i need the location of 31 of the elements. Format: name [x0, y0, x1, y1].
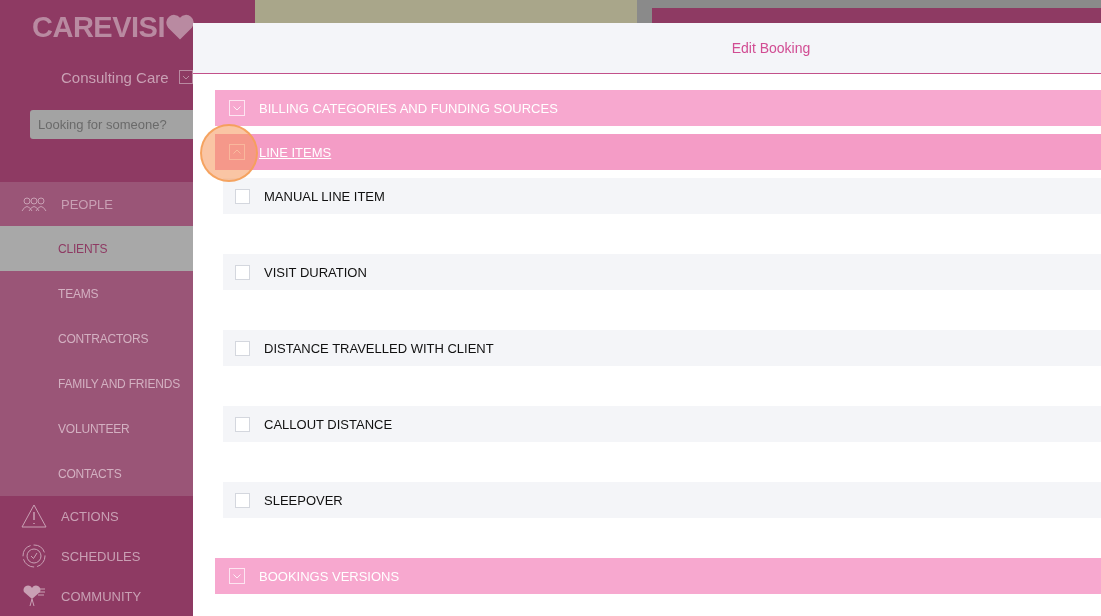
line-item-label: MANUAL LINE ITEM: [264, 188, 385, 204]
section-title: LINE ITEMS: [259, 144, 332, 160]
warning-icon: [21, 504, 47, 528]
checkbox[interactable]: [235, 340, 250, 356]
line-item-label: CALLOUT DISTANCE: [264, 416, 393, 432]
heart-icon: [165, 13, 195, 42]
checkbox[interactable]: [235, 264, 250, 280]
account-name: Consulting Care: [61, 68, 169, 86]
dropdown-icon[interactable]: [178, 70, 193, 85]
modal-title: Edit Booking: [731, 40, 811, 56]
heart-balloon-icon: [21, 585, 47, 607]
nav-item[interactable]: ACTIONS: [0, 496, 255, 536]
line-item-label: SLEEPOVER: [264, 492, 343, 508]
clock-icon: [21, 543, 47, 569]
logo-text: CAREVISI: [32, 10, 165, 44]
line-item-label: VISIT DURATION: [264, 264, 367, 280]
checkbox[interactable]: [235, 188, 250, 204]
line-item-label: DISTANCE TRAVELLED WITH CLIENT: [264, 340, 494, 356]
collapse-icon: [229, 144, 245, 160]
people-icon: [21, 196, 47, 212]
expand-icon: [229, 100, 245, 116]
expand-icon: [229, 568, 245, 584]
checkbox[interactable]: [235, 416, 250, 432]
click-indicator: [200, 124, 258, 182]
nav-item[interactable]: PEOPLE: [0, 182, 255, 226]
section-header[interactable]: LINE ITEMS: [215, 134, 1101, 170]
section-header[interactable]: BOOKINGS VERSIONS: [215, 558, 1101, 594]
checkbox[interactable]: [235, 492, 250, 508]
section-title: BOOKINGS VERSIONS: [259, 568, 400, 584]
section-header[interactable]: BILLING CATEGORIES AND FUNDING SOURCES: [215, 90, 1101, 126]
section-title: BILLING CATEGORIES AND FUNDING SOURCES: [259, 100, 558, 116]
